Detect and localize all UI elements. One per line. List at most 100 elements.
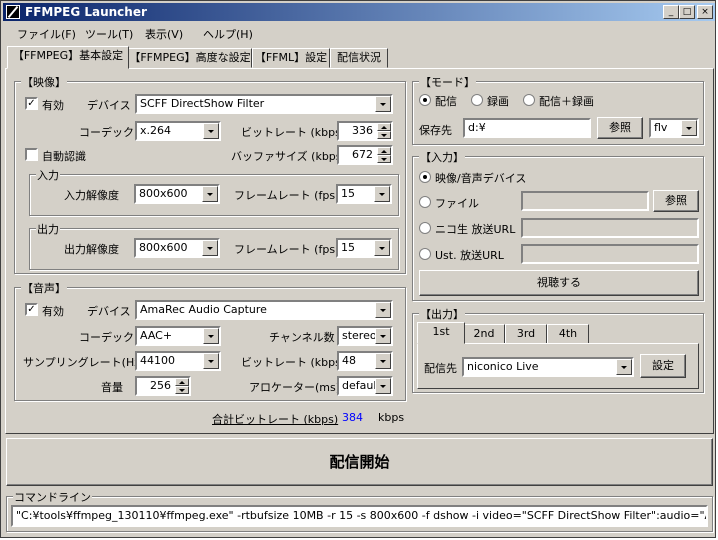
chevron-down-icon[interactable] <box>616 359 632 375</box>
chevron-down-icon[interactable] <box>374 240 390 256</box>
format-select[interactable]: flv <box>649 118 699 138</box>
output-dest-select[interactable]: niconico Live <box>462 357 634 377</box>
audio-bitrate-select[interactable]: 48 <box>337 351 393 371</box>
tab-stream-status[interactable]: 配信状況 <box>330 48 388 68</box>
input-file-radio[interactable] <box>419 196 431 208</box>
audio-samplerate-select[interactable]: 44100 <box>135 351 221 371</box>
output-tab-4th[interactable]: 4th <box>547 324 589 344</box>
audio-volume-stepper[interactable]: 256 <box>135 376 191 396</box>
input-ust-radio[interactable] <box>419 248 431 260</box>
menu-file[interactable]: ファイル(F) <box>17 26 76 42</box>
video-auto-checkbox[interactable] <box>25 148 38 161</box>
spin-buttons <box>377 147 391 163</box>
video-device-select[interactable]: SCFF DirectShow Filter <box>135 94 393 114</box>
start-stream-button[interactable]: 配信開始 <box>6 438 713 486</box>
input-file-label: ファイル <box>435 197 479 210</box>
chevron-down-icon[interactable] <box>375 328 391 344</box>
input-nico-radio[interactable] <box>419 222 431 234</box>
app-window: FFMPEG Launcher _ □ × ファイル(F) ツール(T) 表示(… <box>0 0 716 538</box>
input-browse-button[interactable]: 参照 <box>653 190 699 212</box>
spin-buttons <box>175 378 189 394</box>
video-output-group: 出力 出力解像度 800x600 フレームレート (fps) 15 <box>29 221 399 270</box>
save-path-input[interactable]: d:¥ <box>463 118 591 138</box>
input-res-value: 800x600 <box>139 187 188 200</box>
mode-stream-radio[interactable] <box>419 94 431 106</box>
total-bitrate-value: 384 <box>342 411 363 424</box>
audio-codec-label: コーデック <box>79 331 134 344</box>
chevron-down-icon[interactable] <box>375 378 391 394</box>
app-icon <box>6 5 20 19</box>
audio-allocator-label: アロケーター(ms) <box>249 381 341 394</box>
spin-buttons <box>377 123 391 139</box>
input-fps-label: フレームレート (fps) <box>234 189 340 202</box>
tab-ffmpeg-basic[interactable]: 【FFMPEG】基本設定 <box>7 46 129 69</box>
input-device-label: 映像/音声デバイス <box>435 172 527 185</box>
spin-down-icon[interactable] <box>377 131 391 139</box>
close-button[interactable]: × <box>697 5 713 19</box>
watch-button[interactable]: 視聴する <box>419 270 699 296</box>
video-codec-label: コーデック <box>79 126 134 139</box>
audio-samplerate-value: 44100 <box>140 354 175 367</box>
input-file-path[interactable] <box>521 191 649 211</box>
tab-ffml-settings[interactable]: 【FFML】設定 <box>252 48 330 68</box>
chevron-down-icon[interactable] <box>681 120 697 136</box>
video-bitrate-label: ビットレート (kbps) <box>241 126 346 139</box>
audio-channels-label: チャンネル数 <box>269 331 335 344</box>
output-fps-select[interactable]: 15 <box>336 238 392 258</box>
audio-channels-select[interactable]: stereo <box>337 326 393 346</box>
spin-down-icon[interactable] <box>175 386 189 394</box>
chevron-down-icon[interactable] <box>203 123 219 139</box>
video-enabled-label: 有効 <box>42 99 64 112</box>
cmdline-field[interactable]: "C:¥tools¥ffmpeg_130110¥ffmpeg.exe" -rtb… <box>11 505 708 527</box>
chevron-down-icon[interactable] <box>375 96 391 112</box>
spin-up-icon[interactable] <box>175 378 189 386</box>
tab-ffmpeg-advanced[interactable]: 【FFMPEG】高度な設定 <box>128 48 252 68</box>
input-res-select[interactable]: 800x600 <box>134 184 220 204</box>
spin-down-icon[interactable] <box>377 155 391 163</box>
mode-both-radio[interactable] <box>523 94 535 106</box>
video-device-label: デバイス <box>87 99 131 112</box>
input-device-radio[interactable] <box>419 171 431 183</box>
chevron-down-icon[interactable] <box>202 186 218 202</box>
mode-group-label: 【モード】 <box>419 74 476 90</box>
menu-tools[interactable]: ツール(T) <box>85 26 133 42</box>
spin-up-icon[interactable] <box>377 147 391 155</box>
video-enabled-checkbox[interactable]: ✓ <box>25 97 38 110</box>
mode-record-radio[interactable] <box>471 94 483 106</box>
input-ust-url[interactable] <box>521 244 699 264</box>
output-res-select[interactable]: 800x600 <box>134 238 220 258</box>
audio-allocator-select[interactable]: default <box>337 376 393 396</box>
video-bitrate-stepper[interactable]: 336 <box>337 121 393 141</box>
input-nico-url[interactable] <box>521 218 699 238</box>
chevron-down-icon[interactable] <box>375 302 391 318</box>
maximize-button[interactable]: □ <box>679 5 695 19</box>
audio-enabled-checkbox[interactable]: ✓ <box>25 303 38 316</box>
menu-bar: ファイル(F) ツール(T) 表示(V) ヘルプ(H) <box>3 23 715 43</box>
output-settings-button[interactable]: 設定 <box>640 354 686 378</box>
output-tab-1st[interactable]: 1st <box>417 322 465 344</box>
video-buffer-stepper[interactable]: 672 <box>337 145 393 165</box>
audio-group: 【音声】 ✓ 有効 デバイス AmaRec Audio Capture コーデッ… <box>14 280 406 401</box>
chevron-down-icon[interactable] <box>374 186 390 202</box>
save-browse-button[interactable]: 参照 <box>597 117 643 139</box>
title-bar[interactable]: FFMPEG Launcher _ □ × <box>3 3 715 21</box>
video-bitrate-value: 336 <box>352 124 373 137</box>
output-tab-3rd[interactable]: 3rd <box>505 324 547 344</box>
chevron-down-icon[interactable] <box>203 328 219 344</box>
output-fps-value: 15 <box>341 241 355 254</box>
menu-view[interactable]: 表示(V) <box>145 26 183 42</box>
format-value: flv <box>654 121 668 134</box>
minimize-button[interactable]: _ <box>663 5 679 19</box>
input-fps-select[interactable]: 15 <box>336 184 392 204</box>
chevron-down-icon[interactable] <box>203 353 219 369</box>
output-tab-2nd[interactable]: 2nd <box>463 324 505 344</box>
video-codec-select[interactable]: x.264 <box>135 121 221 141</box>
audio-codec-select[interactable]: AAC+ <box>135 326 221 346</box>
chevron-down-icon[interactable] <box>375 353 391 369</box>
menu-help[interactable]: ヘルプ(H) <box>203 26 253 42</box>
chevron-down-icon[interactable] <box>202 240 218 256</box>
spin-up-icon[interactable] <box>377 123 391 131</box>
audio-device-select[interactable]: AmaRec Audio Capture <box>135 300 393 320</box>
input-fps-value: 15 <box>341 187 355 200</box>
audio-codec-value: AAC+ <box>140 329 173 342</box>
